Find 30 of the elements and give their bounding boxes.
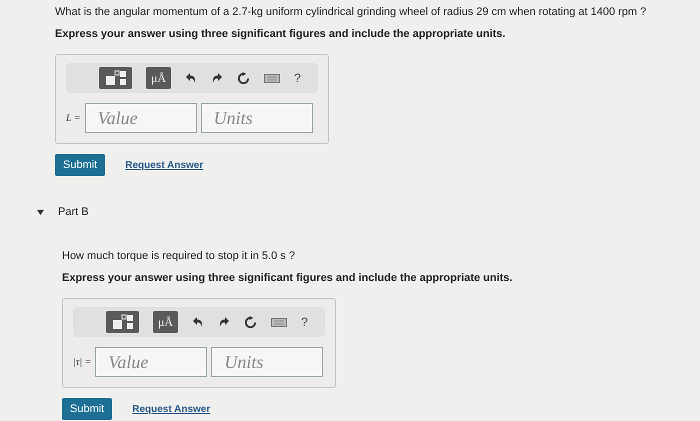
request-answer-link[interactable]: Request Answer: [125, 160, 204, 170]
submit-button[interactable]: Submit: [55, 154, 106, 176]
template-button[interactable]: [106, 311, 139, 333]
reset-icon[interactable]: [244, 316, 258, 328]
reset-icon[interactable]: [237, 72, 250, 84]
symbols-button[interactable]: μÅ: [146, 67, 172, 89]
keyboard-icon[interactable]: [264, 74, 280, 82]
symbols-button[interactable]: μÅ: [153, 311, 178, 333]
disclosure-triangle-icon[interactable]: [37, 208, 44, 216]
value-field[interactable]: Value: [95, 347, 208, 377]
undo-icon[interactable]: [192, 316, 204, 328]
request-answer-link[interactable]: Request Answer: [132, 404, 210, 414]
units-field[interactable]: Units: [200, 103, 313, 133]
redo-icon[interactable]: [218, 316, 230, 328]
submit-button[interactable]: Submit: [62, 398, 112, 420]
units-field[interactable]: Units: [211, 347, 324, 377]
part-title: Part B: [58, 206, 89, 218]
instruction-text: Express your answer using three significant figures and include the appropriate units.: [62, 272, 514, 284]
template-button[interactable]: [99, 67, 132, 89]
answer-label: |τ| =: [73, 356, 92, 368]
question-text: How much torque is required to stop it in 5.0 s ?: [62, 250, 296, 262]
redo-icon[interactable]: [211, 72, 224, 84]
help-button[interactable]: ?: [294, 71, 301, 85]
answer-label: L =: [66, 112, 81, 124]
keyboard-icon[interactable]: [271, 318, 288, 326]
help-button[interactable]: ?: [301, 315, 308, 329]
question-text: What is the angular momentum of a 2.7-kg uniform cylindrical grinding wheel of radius 29 cm when rotating at 1400 rpm ?: [55, 6, 648, 18]
instruction-text: Express your answer using three significant figures and include the appropriate units.: [55, 28, 506, 40]
undo-icon[interactable]: [185, 72, 198, 84]
value-field[interactable]: Value: [84, 103, 197, 133]
